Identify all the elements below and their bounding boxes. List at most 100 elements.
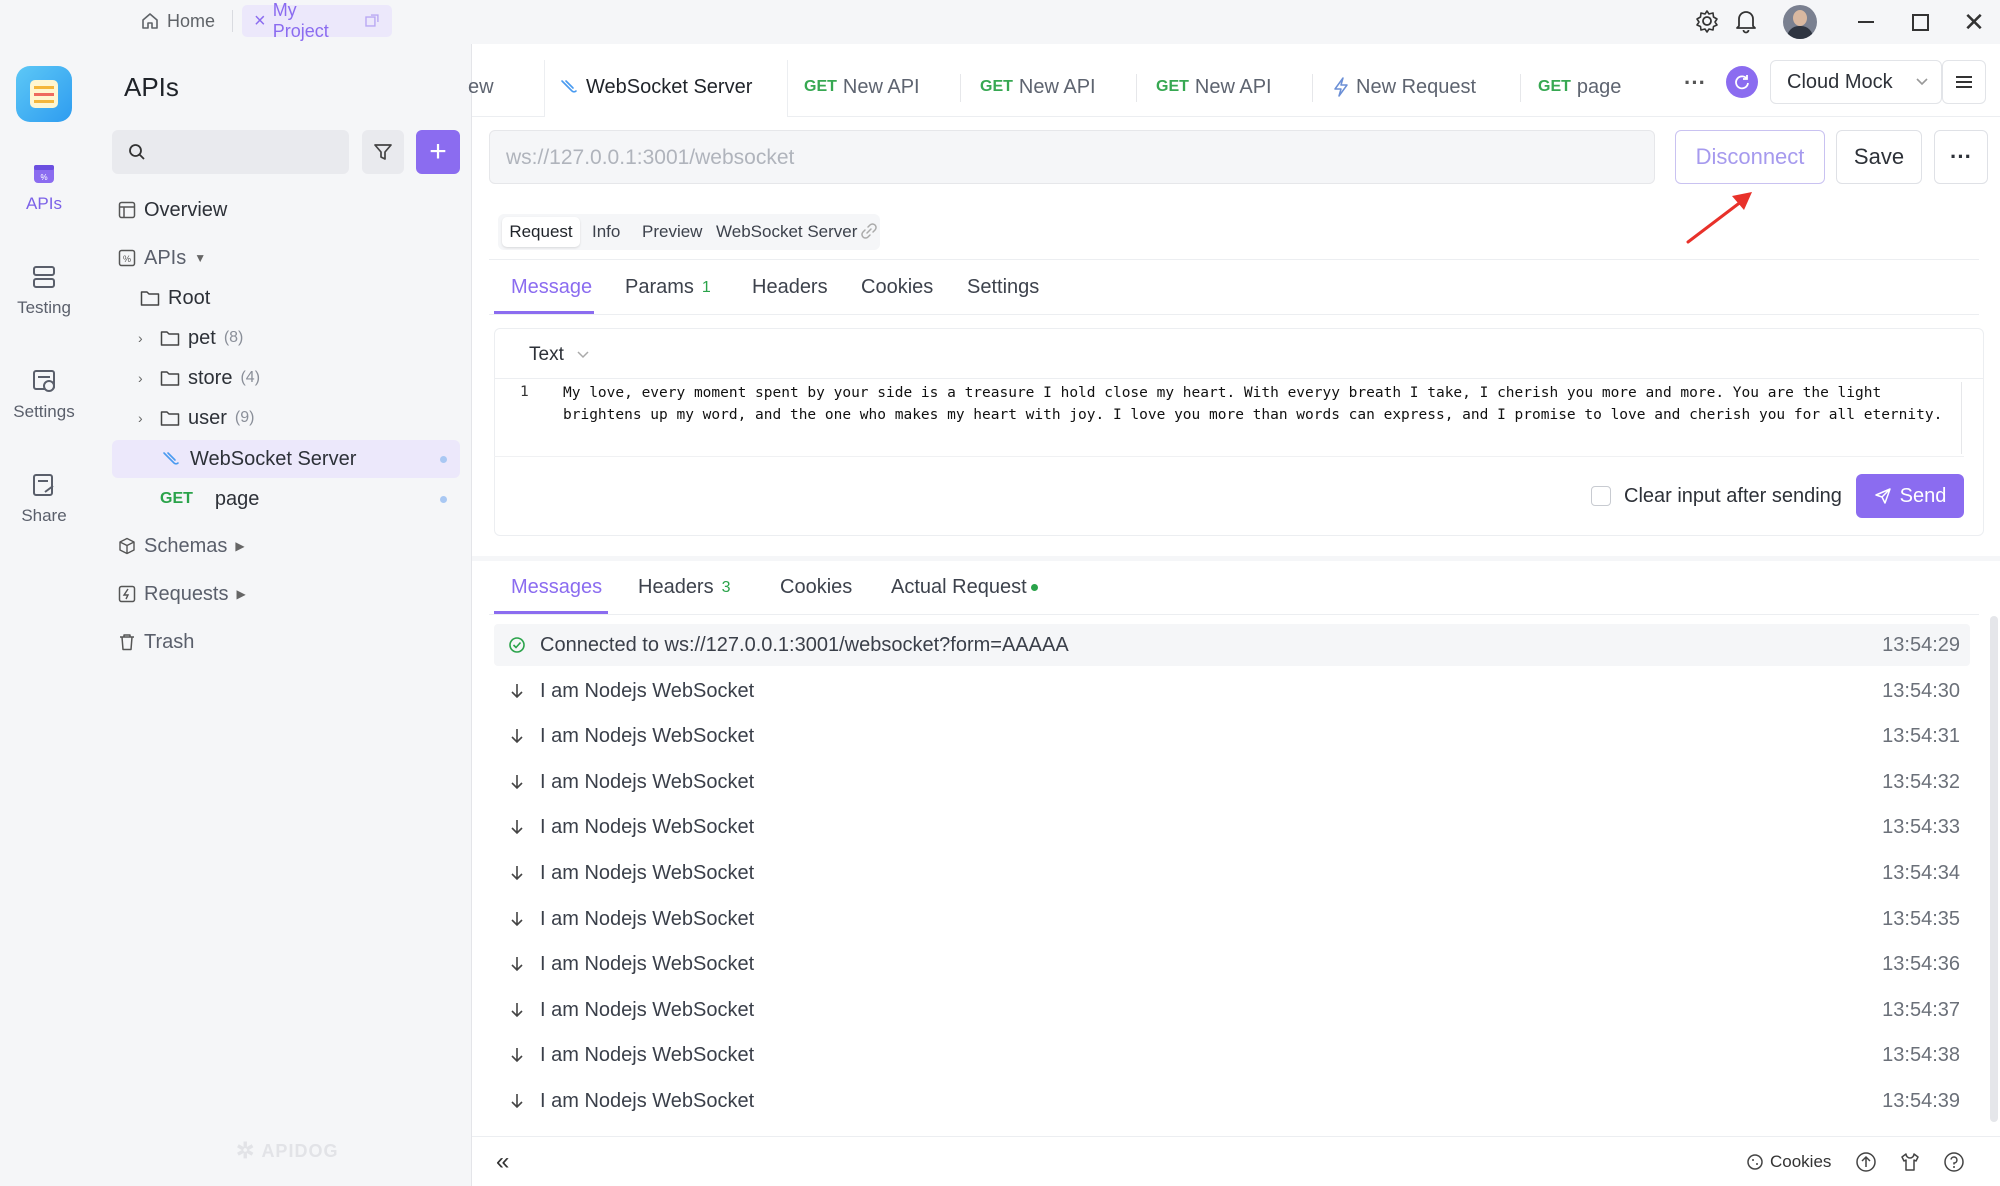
message-time: 13:54:32 — [1882, 770, 1960, 793]
tab-headers[interactable]: Headers — [752, 276, 828, 299]
project-tab[interactable]: × My Project — [242, 0, 392, 41]
tree-item-page[interactable]: GET page — [160, 481, 259, 517]
search-input[interactable] — [112, 130, 349, 174]
link-icon[interactable] — [860, 222, 878, 240]
filter-button[interactable] — [362, 130, 404, 174]
tab-cookies[interactable]: Cookies — [861, 276, 933, 299]
tree-item-root[interactable]: Root — [140, 280, 210, 316]
message-textarea[interactable]: My love, every moment spent by your side… — [563, 382, 1959, 426]
request-tab-new-request[interactable]: New Request — [1318, 60, 1518, 114]
divider — [489, 259, 1979, 260]
request-tab-new-api-2[interactable]: GET New API — [966, 60, 1136, 114]
tab-label: WebSocket Server — [586, 75, 753, 98]
menu-button[interactable] — [1942, 60, 1986, 104]
maximize-icon[interactable] — [1896, 4, 1944, 40]
more-tabs-button[interactable]: ··· — [1684, 70, 1706, 96]
tree-item-pet[interactable]: › pet (8) — [138, 320, 243, 356]
request-tab-page[interactable]: GET page — [1524, 60, 1664, 114]
tab-label: Cookies — [861, 276, 934, 298]
tab-actual-request[interactable]: Actual Request — [891, 576, 1038, 599]
tree-item-apis[interactable]: % APIs ▼ — [118, 240, 206, 276]
close-window-icon[interactable]: ✕ — [1950, 4, 1998, 40]
external-link-icon[interactable] — [364, 13, 380, 29]
help-icon[interactable] — [1943, 1151, 1965, 1173]
received-message-row[interactable]: I am Nodejs WebSocket 13:54:35 — [494, 898, 1970, 940]
tab-label: Headers — [638, 576, 714, 598]
rail-label: Testing — [17, 298, 71, 317]
tab-response-headers[interactable]: Headers 3 — [638, 576, 731, 599]
editor-scrollbar[interactable] — [1961, 382, 1982, 454]
svg-text:%: % — [123, 254, 131, 264]
tab-messages[interactable]: Messages — [511, 576, 602, 599]
rail-item-apis[interactable]: % APIs — [0, 160, 88, 214]
received-message-row[interactable]: I am Nodejs WebSocket 13:54:31 — [494, 715, 1970, 757]
received-message-row[interactable]: I am Nodejs WebSocket 13:54:36 — [494, 943, 1970, 985]
tab-message[interactable]: Message — [511, 276, 592, 299]
apis-icon: % — [34, 165, 54, 183]
close-icon[interactable]: × — [254, 10, 266, 33]
format-select[interactable]: Text — [529, 344, 590, 366]
cookies-footer-button[interactable]: Cookies — [1746, 1152, 1831, 1172]
tree-item-user[interactable]: › user (9) — [138, 400, 254, 436]
app-logo[interactable] — [16, 66, 72, 122]
rail-label: Share — [21, 506, 67, 525]
collapse-sidebar-icon[interactable]: « — [496, 1148, 509, 1176]
add-button[interactable]: + — [416, 130, 460, 174]
request-tab-new-api-1[interactable]: GET New API — [790, 60, 960, 114]
received-message-row[interactable]: I am Nodejs WebSocket 13:54:32 — [494, 761, 1970, 803]
save-button[interactable]: Save — [1836, 130, 1922, 184]
received-message-row[interactable]: I am Nodejs WebSocket 13:54:30 — [494, 670, 1970, 712]
rail-item-settings[interactable]: Settings — [0, 368, 88, 422]
mode-tab-request[interactable]: Request — [502, 217, 580, 247]
shirt-icon[interactable] — [1899, 1151, 1921, 1173]
mode-tab-preview[interactable]: Preview — [642, 222, 702, 242]
search-field[interactable] — [156, 138, 340, 168]
received-message-row[interactable]: I am Nodejs WebSocket 13:54:33 — [494, 806, 1970, 848]
tree-item-trash[interactable]: Trash — [118, 624, 194, 660]
svg-text:%: % — [40, 173, 47, 182]
received-message-row[interactable]: I am Nodejs WebSocket 13:54:34 — [494, 852, 1970, 894]
clear-input-checkbox[interactable] — [1591, 486, 1611, 506]
disconnect-button[interactable]: Disconnect — [1675, 130, 1825, 184]
rail-item-testing[interactable]: Testing — [0, 264, 88, 318]
clear-input-label: Clear input after sending — [1624, 485, 1842, 507]
avatar[interactable] — [1783, 5, 1817, 39]
connected-message-row[interactable]: Connected to ws://127.0.0.1:3001/websock… — [494, 624, 1970, 666]
environment-select[interactable]: Cloud Mock — [1770, 60, 1942, 104]
tree-item-store[interactable]: › store (4) — [138, 360, 260, 396]
tree-item-overview[interactable]: Overview — [118, 192, 227, 228]
message-text: I am Nodejs WebSocket — [540, 770, 755, 793]
request-tab-partial[interactable]: ew — [454, 60, 544, 114]
mode-tab-info[interactable]: Info — [592, 222, 620, 242]
more-icon: ··· — [1950, 144, 1972, 169]
tree-item-schemas[interactable]: Schemas ▶ — [118, 528, 245, 564]
send-button[interactable]: Send — [1856, 474, 1964, 518]
home-tab[interactable]: Home — [128, 5, 236, 37]
divider — [489, 614, 1979, 615]
tree-item-requests[interactable]: Requests ▶ — [118, 576, 246, 612]
apis-folder-icon: % — [118, 249, 136, 267]
request-tab-websocket[interactable]: WebSocket Server — [546, 60, 786, 114]
more-options-button[interactable]: ··· — [1934, 130, 1988, 184]
tree-item-websocket[interactable]: WebSocket Server — [162, 441, 356, 477]
request-tab-new-api-3[interactable]: GET New API — [1142, 60, 1312, 114]
bell-icon[interactable] — [1733, 8, 1759, 34]
received-message-row[interactable]: I am Nodejs WebSocket 13:54:38 — [494, 1034, 1970, 1076]
tab-settings[interactable]: Settings — [967, 276, 1039, 299]
tab-params[interactable]: Params 1 — [625, 276, 711, 299]
message-time: 13:54:29 — [1882, 633, 1960, 656]
received-message-row[interactable]: I am Nodejs WebSocket 13:54:37 — [494, 989, 1970, 1031]
tab-response-cookies[interactable]: Cookies — [780, 576, 852, 599]
scrollbar[interactable] — [1990, 616, 1998, 1122]
arrow-down-icon — [511, 957, 523, 972]
sync-icon — [1735, 75, 1749, 90]
sync-button[interactable] — [1726, 66, 1758, 98]
url-value: ws://127.0.0.1:3001/websocket — [506, 146, 795, 169]
upload-icon[interactable] — [1855, 1151, 1877, 1173]
rail-label: APIs — [26, 194, 62, 213]
url-input[interactable]: ws://127.0.0.1:3001/websocket — [489, 130, 1655, 184]
gear-icon[interactable] — [1694, 8, 1720, 34]
minimize-icon[interactable] — [1842, 4, 1890, 40]
received-message-row[interactable]: I am Nodejs WebSocket 13:54:39 — [494, 1080, 1970, 1122]
rail-item-share[interactable]: Share — [0, 472, 88, 526]
